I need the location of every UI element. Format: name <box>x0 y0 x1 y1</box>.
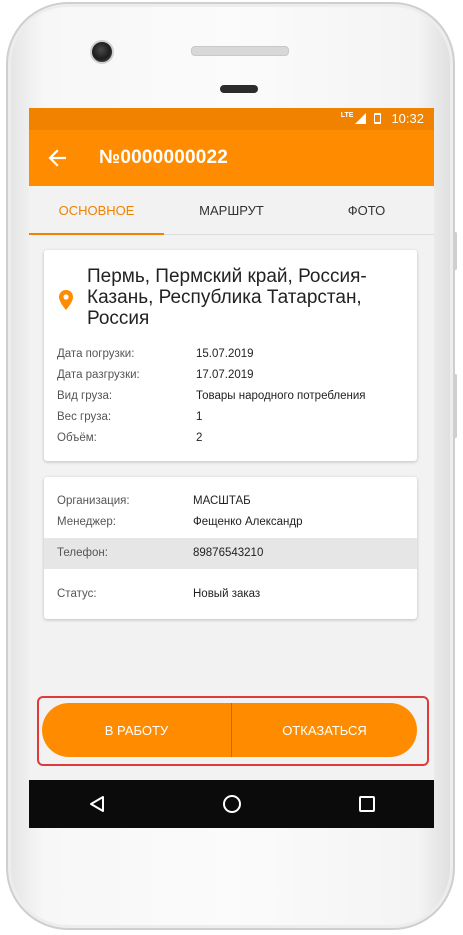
triangle-back-icon <box>89 796 104 812</box>
volume-label: Объём: <box>57 432 97 444</box>
cargo-weight-value: 1 <box>196 411 203 423</box>
square-recent-icon <box>358 796 375 812</box>
tab-route[interactable]: МАРШРУТ <box>164 186 299 234</box>
network-type: LTE <box>340 112 354 119</box>
location-pin-icon <box>59 290 73 310</box>
earpiece <box>220 85 258 93</box>
tab-photo[interactable]: ФОТО <box>299 186 434 234</box>
cargo-type-value: Товары народного потребления <box>196 390 366 402</box>
status-icons: LTE 10:32 <box>341 111 424 126</box>
route-text: Пермь, Пермский край, Россия-Казань, Рес… <box>87 266 367 329</box>
organization-value: МАСШТАБ <box>193 495 251 507</box>
cargo-card: Пермь, Пермский край, Россия-Казань, Рес… <box>44 250 417 461</box>
nav-home-button[interactable] <box>212 784 252 824</box>
status-value: Новый заказ <box>193 588 261 600</box>
highlight-box <box>37 696 429 766</box>
status-label: Статус: <box>57 588 97 600</box>
nav-recent-button[interactable] <box>347 784 387 824</box>
phone-row[interactable]: Телефон: 89876543210 <box>44 538 417 569</box>
back-button[interactable] <box>29 130 85 186</box>
cargo-type-label: Вид груза: <box>57 390 113 402</box>
nav-back-button[interactable] <box>77 784 117 824</box>
front-camera <box>90 40 114 64</box>
volume-button <box>454 374 457 438</box>
tab-bar: ОСНОВНОЕ МАРШРУТ ФОТО <box>29 186 434 235</box>
status-bar: LTE 10:32 <box>29 108 434 130</box>
system-nav-bar <box>29 780 434 828</box>
manager-value: Фещенко Александр <box>193 516 303 528</box>
status-time: 10:32 <box>391 111 424 126</box>
organization-label: Организация: <box>57 495 130 507</box>
loading-date-label: Дата погрузки: <box>57 348 135 360</box>
cargo-weight-label: Вес груза: <box>57 411 112 423</box>
volume-value: 2 <box>196 432 203 444</box>
page-title: №0000000022 <box>99 147 229 168</box>
circle-home-icon <box>222 795 241 813</box>
arrow-left-icon <box>48 149 66 167</box>
manager-label: Менеджер: <box>57 516 116 528</box>
unloading-date-value: 17.07.2019 <box>196 369 254 381</box>
battery-icon <box>374 113 382 124</box>
app-bar: №0000000022 <box>29 130 434 186</box>
signal-icon <box>355 113 367 124</box>
phone-value: 89876543210 <box>193 547 264 559</box>
unloading-date-label: Дата разгрузки: <box>57 369 140 381</box>
organization-card: Организация: МАСШТАБ Менеджер: Фещенко А… <box>44 477 417 619</box>
power-button <box>454 232 457 270</box>
phone-label: Телефон: <box>57 547 108 559</box>
top-speaker <box>191 46 289 56</box>
tab-main[interactable]: ОСНОВНОЕ <box>29 186 164 235</box>
loading-date-value: 15.07.2019 <box>196 348 254 360</box>
